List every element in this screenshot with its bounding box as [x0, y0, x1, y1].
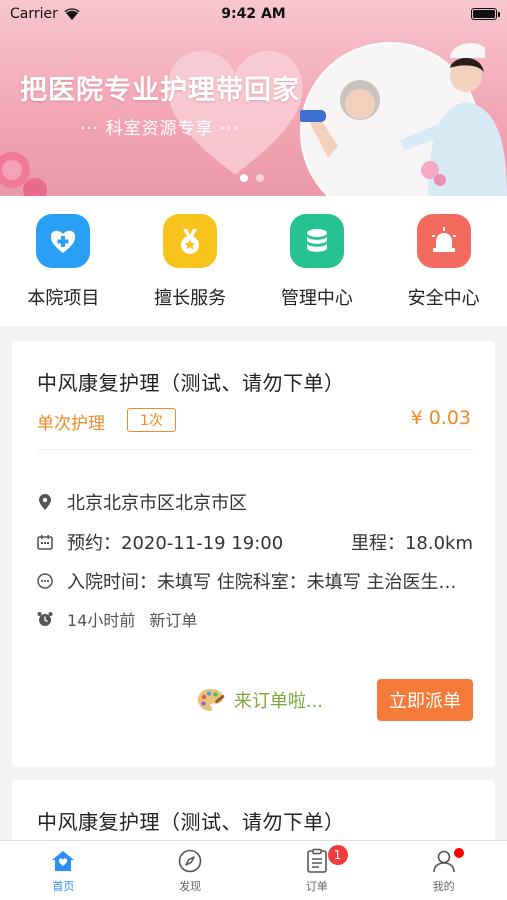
- more-circle-icon: [37, 573, 53, 589]
- tab-discover[interactable]: 发现: [127, 841, 254, 900]
- order-list-icon: [307, 848, 327, 873]
- divider: [37, 449, 473, 450]
- quick-menu-specialty-services[interactable]: 擅长服务: [130, 214, 250, 326]
- compass-icon: [178, 849, 202, 872]
- clock: 9:42 AM: [221, 6, 286, 22]
- pagination-dot[interactable]: [256, 174, 264, 182]
- quick-menu-label: 安全中心: [407, 288, 480, 309]
- quick-menu-label: 本院项目: [27, 288, 100, 309]
- tab-home[interactable]: 首页: [0, 841, 127, 900]
- battery-icon: [471, 8, 500, 20]
- wifi-icon: [64, 8, 80, 20]
- address-row: 北京北京市区北京市区: [37, 489, 473, 515]
- alarm-light-icon: [416, 214, 471, 268]
- order-notice: 来订单啦...: [233, 691, 323, 712]
- order-title: 中风康复护理（测试、请勿下单）: [37, 371, 345, 395]
- tab-orders[interactable]: 订单 1: [254, 841, 381, 900]
- notification-dot: [454, 848, 465, 858]
- location-pin-icon: [37, 494, 53, 510]
- appointment-row: 预约：2020-11-19 19:00 里程：18.0km: [37, 529, 473, 555]
- flower-decoration: [0, 152, 47, 196]
- alarm-clock-icon: [37, 611, 53, 627]
- heart-plus-icon: [36, 214, 91, 268]
- order-price: ¥ 0.03: [410, 407, 471, 429]
- database-icon: [289, 214, 344, 268]
- banner-pagination: [240, 174, 264, 182]
- time-ago: 14小时前: [67, 611, 136, 630]
- banner-title: 把医院专业护理带回家: [20, 75, 300, 106]
- tab-label: 发现: [179, 879, 202, 893]
- dispatch-now-button[interactable]: 立即派单: [377, 679, 473, 721]
- banner-subtitle: ··· 科室资源专享 ···: [80, 119, 240, 139]
- order-count-badge: 1: [327, 845, 348, 865]
- flower-decoration: [421, 161, 446, 186]
- caregiver-photo: [300, 43, 507, 196]
- service-count-badge: 1次: [127, 408, 176, 432]
- admission-info: 入院时间：未填写 住院科室：未填写 主治医生：未填写: [67, 572, 473, 593]
- order-title: 中风康复护理（测试、请勿下单）: [37, 810, 345, 834]
- tab-label: 首页: [52, 879, 75, 893]
- tab-mine[interactable]: 我的: [380, 841, 507, 900]
- quick-menu-management-center[interactable]: 管理中心: [257, 214, 377, 326]
- mileage: 里程：18.0km: [350, 533, 473, 554]
- tab-bar: 首页 发现 订单 1 我的: [0, 840, 507, 900]
- quick-menu-security-center[interactable]: 安全中心: [384, 214, 504, 326]
- quick-menu-label: 管理中心: [280, 288, 353, 309]
- service-type: 单次护理: [37, 414, 105, 434]
- tab-label: 我的: [432, 879, 455, 893]
- order-address: 北京北京市区北京市区: [67, 493, 247, 514]
- order-card[interactable]: 中风康复护理（测试、请勿下单） 单次护理 1次 ¥ 0.03 北京北京市区北京市…: [12, 341, 495, 767]
- card-footer: 来订单啦... 立即派单: [196, 679, 473, 721]
- promo-banner[interactable]: 把医院专业护理带回家 ··· 科室资源专享 ···: [0, 0, 507, 196]
- status-row: 14小时前 新订单: [37, 607, 473, 631]
- appointment-time: 预约：2020-11-19 19:00: [67, 533, 284, 554]
- status-bar: Carrier 9:42 AM: [0, 0, 507, 28]
- home-icon: [52, 850, 75, 871]
- quick-menu-label: 擅长服务: [154, 288, 227, 309]
- user-icon: [432, 850, 455, 872]
- heart-decoration: [167, 50, 303, 175]
- quick-menu-hospital-projects[interactable]: 本院项目: [3, 214, 123, 326]
- medal-icon: [163, 214, 218, 268]
- palette-icon: [197, 689, 225, 711]
- quick-menu: 本院项目 擅长服务 管理中心 安全中心: [0, 196, 507, 326]
- pagination-dot-active[interactable]: [240, 174, 248, 182]
- admission-row: 入院时间：未填写 住院科室：未填写 主治医生：未填写: [37, 568, 473, 594]
- tab-label: 订单: [305, 879, 328, 893]
- carrier-label: Carrier: [10, 6, 58, 22]
- order-status: 新订单: [149, 611, 198, 630]
- calendar-icon: [37, 534, 53, 550]
